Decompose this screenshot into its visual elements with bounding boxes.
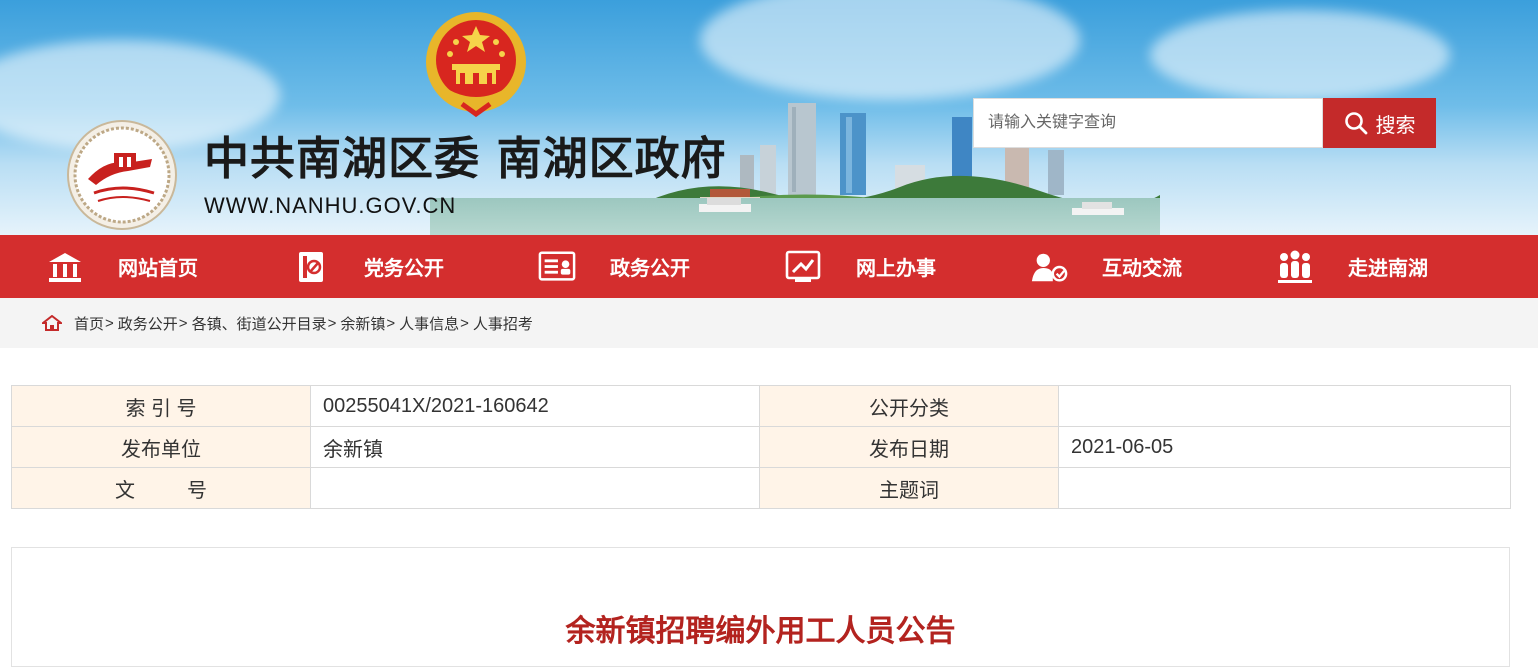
article-container: 余新镇招聘编外用工人员公告 xyxy=(11,547,1510,667)
breadcrumb-separator: > xyxy=(327,314,337,332)
keywords-label: 主题词 xyxy=(759,467,1059,509)
home-icon xyxy=(42,315,62,331)
nav-label: 政务公开 xyxy=(610,258,690,280)
publish-date-label: 发布日期 xyxy=(759,426,1059,468)
breadcrumb-home[interactable]: 首页 xyxy=(74,313,104,334)
lake-water xyxy=(430,198,1160,235)
main-nav: 网站首页 党务公开 政务公开 网上办事 互动交流 走进南湖 xyxy=(0,235,1538,298)
header-banner: 中共南湖区委 南湖区政府 WWW.NANHU.GOV.CN 搜索 xyxy=(0,0,1538,235)
nav-label: 网上办事 xyxy=(856,258,936,280)
cloud-decoration xyxy=(700,0,1080,100)
cloud-decoration xyxy=(1150,10,1450,100)
search-button-label: 搜索 xyxy=(1375,114,1416,137)
nav-item-party-affairs[interactable]: 党务公开 xyxy=(246,235,492,298)
national-emblem-icon xyxy=(426,12,526,118)
breadcrumb-separator: > xyxy=(460,314,469,332)
index-number-label: 索 引 号 xyxy=(11,385,311,427)
nav-label: 网站首页 xyxy=(118,258,198,280)
breadcrumb-town-directory[interactable]: 各镇、街道公开目录 xyxy=(192,313,327,334)
document-meta-table: 索 引 号 00255041X/2021-160642 公开分类 发布单位 余新… xyxy=(11,385,1511,509)
publish-date-value: 2021-06-05 xyxy=(1058,426,1511,468)
document-number-value xyxy=(310,467,760,509)
category-label: 公开分类 xyxy=(759,385,1059,427)
nanhu-logo-icon xyxy=(67,120,177,230)
publisher-value: 余新镇 xyxy=(310,426,760,468)
table-row: 索 引 号 00255041X/2021-160642 公开分类 xyxy=(11,385,1511,427)
boat-image xyxy=(699,198,751,212)
nav-item-interaction[interactable]: 互动交流 xyxy=(984,235,1230,298)
nav-item-gov-affairs[interactable]: 政务公开 xyxy=(492,235,738,298)
home-building-icon xyxy=(46,248,84,286)
nav-label: 走进南湖 xyxy=(1348,258,1428,280)
site-title: 中共南湖区委 南湖区政府 xyxy=(204,132,727,185)
nav-item-online-service[interactable]: 网上办事 xyxy=(738,235,984,298)
breadcrumb: 首页 > 政务公开 > 各镇、街道公开目录 > 余新镇 > 人事信息 > 人事招考 xyxy=(0,298,1538,348)
search-button[interactable]: 搜索 xyxy=(1323,98,1436,148)
article-title: 余新镇招聘编外用工人员公告 xyxy=(565,614,956,649)
search-input[interactable] xyxy=(973,98,1323,148)
party-flag-icon xyxy=(292,248,330,286)
breadcrumb-personnel-info[interactable]: 人事信息 xyxy=(399,313,459,334)
people-group-icon xyxy=(1276,248,1314,286)
search-icon xyxy=(1344,112,1367,135)
table-row: 发布单位 余新镇 发布日期 2021-06-05 xyxy=(11,426,1511,468)
document-number-label-part: 文 xyxy=(115,479,135,502)
publisher-label: 发布单位 xyxy=(11,426,311,468)
document-number-label-part: 号 xyxy=(187,479,207,502)
nav-item-about-nanhu[interactable]: 走进南湖 xyxy=(1230,235,1476,298)
index-number-value: 00255041X/2021-160642 xyxy=(310,385,760,427)
breadcrumb-separator: > xyxy=(178,314,188,332)
breadcrumb-separator: > xyxy=(105,314,114,332)
nav-item-home[interactable]: 网站首页 xyxy=(0,235,246,298)
nav-label: 党务公开 xyxy=(364,258,444,280)
breadcrumb-yuxin-town[interactable]: 余新镇 xyxy=(340,313,385,334)
category-value xyxy=(1058,385,1511,427)
government-card-icon xyxy=(538,248,576,286)
keywords-value xyxy=(1058,467,1511,509)
online-service-icon xyxy=(784,248,822,286)
breadcrumb-separator: > xyxy=(386,314,396,332)
table-row: 文号 主题词 xyxy=(11,467,1511,509)
interaction-user-icon xyxy=(1030,248,1068,286)
document-number-label: 文号 xyxy=(11,467,311,509)
nav-label: 互动交流 xyxy=(1102,258,1182,280)
site-domain: WWW.NANHU.GOV.CN xyxy=(204,193,457,218)
breadcrumb-recruitment[interactable]: 人事招考 xyxy=(473,313,533,334)
breadcrumb-gov-affairs[interactable]: 政务公开 xyxy=(118,313,178,334)
boat-image xyxy=(1072,202,1124,215)
